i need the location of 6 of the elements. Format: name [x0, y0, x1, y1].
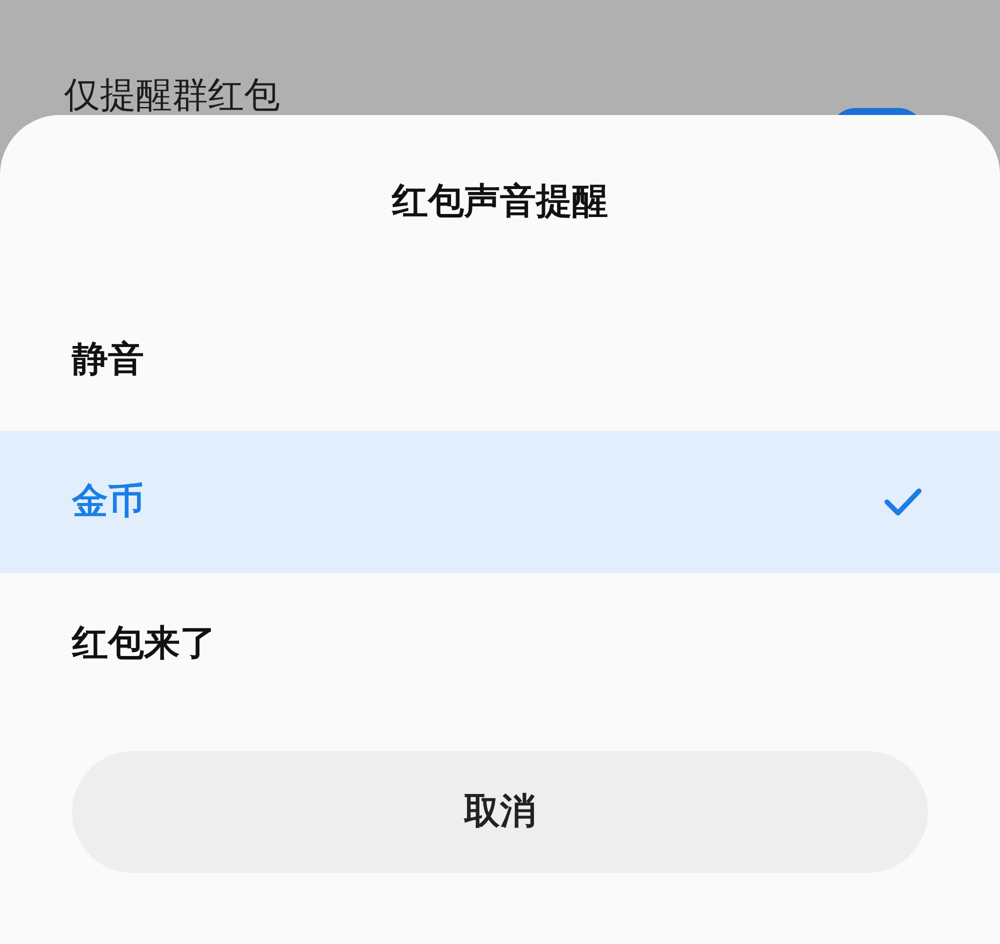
- setting-label: 仅提醒群红包: [64, 74, 280, 118]
- sheet-title: 红包声音提醒: [392, 180, 608, 224]
- option-row[interactable]: 静音: [0, 289, 1000, 431]
- cancel-button[interactable]: 取消: [72, 751, 928, 873]
- checkmark-icon: [884, 487, 922, 517]
- option-row[interactable]: 红包来了: [0, 573, 1000, 715]
